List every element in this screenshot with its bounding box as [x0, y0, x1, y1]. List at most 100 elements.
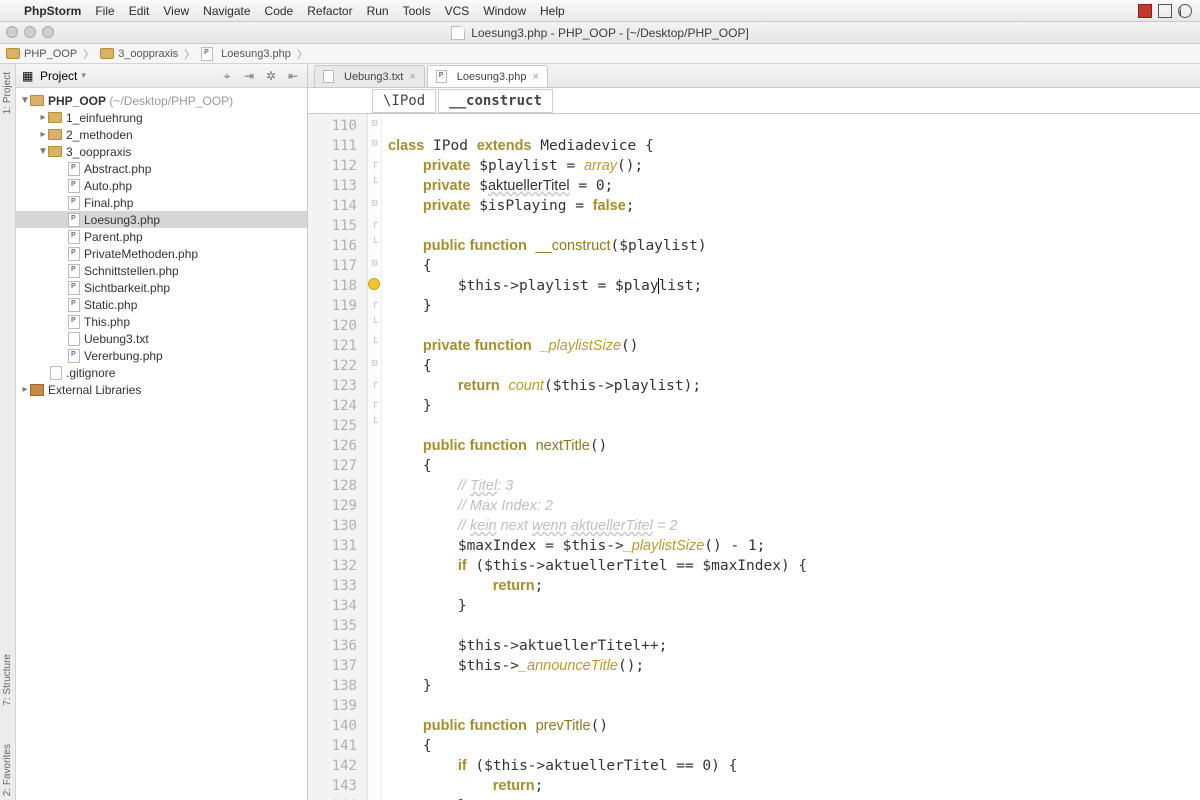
- status-indicator-icon[interactable]: [1138, 4, 1152, 18]
- tree-file[interactable]: .gitignore: [16, 364, 307, 381]
- code-editor[interactable]: class IPod extends Mediadevice { private…: [382, 114, 1200, 800]
- menu-navigate[interactable]: Navigate: [203, 4, 250, 18]
- tree-label: PrivateMethoden.php: [84, 247, 198, 261]
- editor-tab-active[interactable]: Loesung3.php ×: [427, 65, 548, 87]
- scroll-from-source-icon[interactable]: ⌖: [219, 68, 235, 84]
- project-tree[interactable]: ▼ PHP_OOP (~/Desktop/PHP_OOP) ▸1_einfueh…: [16, 88, 307, 800]
- tree-folder[interactable]: ▸1_einfuehrung: [16, 109, 307, 126]
- navigation-bar: PHP_OOP 〉 3_ooppraxis 〉 Loesung3.php 〉: [0, 44, 1200, 64]
- php-file-icon: [436, 70, 447, 83]
- project-tab-label[interactable]: Project: [40, 69, 77, 83]
- title-file-icon: [451, 26, 465, 40]
- tree-label: Parent.php: [84, 230, 143, 244]
- tree-label: 1_einfuehrung: [66, 111, 143, 125]
- menu-run[interactable]: Run: [367, 4, 389, 18]
- collapse-all-icon[interactable]: ⇥: [241, 68, 257, 84]
- chevron-right-icon: 〉: [295, 46, 310, 62]
- menu-help[interactable]: Help: [540, 4, 565, 18]
- menu-edit[interactable]: Edit: [129, 4, 150, 18]
- window-title: Loesung3.php - PHP_OOP - [~/Desktop/PHP_…: [471, 26, 749, 40]
- editor-tab-label: Loesung3.php: [457, 71, 527, 83]
- tree-label: 3_ooppraxis: [66, 145, 131, 159]
- tree-label: Vererbung.php: [84, 349, 163, 363]
- crumb-folder[interactable]: 3_ooppraxis: [118, 48, 178, 60]
- tree-root-label: PHP_OOP: [48, 94, 106, 108]
- tree-file[interactable]: Parent.php: [16, 228, 307, 245]
- tree-label: Schnittstellen.php: [84, 264, 179, 278]
- tray-icon-2[interactable]: i: [1178, 4, 1192, 18]
- menu-refactor[interactable]: Refactor: [307, 4, 352, 18]
- tree-label: This.php: [84, 315, 130, 329]
- tray-icon-1[interactable]: [1158, 4, 1172, 18]
- breadcrumb-method[interactable]: __construct: [438, 89, 553, 113]
- tree-root[interactable]: ▼ PHP_OOP (~/Desktop/PHP_OOP): [16, 92, 307, 109]
- menu-vcs[interactable]: VCS: [445, 4, 470, 18]
- editor-breadcrumb: \IPod __construct: [308, 88, 1200, 114]
- project-tool-window: ▦ Project ▾ ⌖ ⇥ ✲ ⇤ ▼ PHP_OOP (~/Desktop…: [16, 64, 308, 800]
- editor-tabs: Uebung3.txt × Loesung3.php ×: [308, 64, 1200, 88]
- tree-file[interactable]: Vererbung.php: [16, 347, 307, 364]
- tree-file[interactable]: PrivateMethoden.php: [16, 245, 307, 262]
- project-view-icon: ▦: [22, 69, 36, 83]
- dropdown-icon[interactable]: ▾: [81, 70, 86, 81]
- tree-external-libs[interactable]: ▸External Libraries: [16, 381, 307, 398]
- tree-label: Loesung3.php: [84, 213, 160, 227]
- crumb-file[interactable]: Loesung3.php: [221, 48, 291, 60]
- toolwindow-structure-button[interactable]: 7: Structure: [2, 650, 13, 710]
- tree-folder[interactable]: ▼3_ooppraxis: [16, 143, 307, 160]
- tree-label: Abstract.php: [84, 162, 151, 176]
- window-controls: [6, 26, 54, 38]
- line-number-gutter[interactable]: 110 111 112 113 114 115 116 117 118 119 …: [308, 114, 368, 800]
- tree-label: Sichtbarkeit.php: [84, 281, 170, 295]
- toolwindow-favorites-button[interactable]: 2: Favorites: [2, 740, 13, 800]
- tree-folder[interactable]: ▸2_methoden: [16, 126, 307, 143]
- tree-root-path: (~/Desktop/PHP_OOP): [109, 94, 233, 108]
- breadcrumb-class[interactable]: \IPod: [372, 89, 436, 113]
- editor-tab-label: Uebung3.txt: [344, 71, 403, 83]
- chevron-right-icon: 〉: [81, 46, 96, 62]
- tree-file-selected[interactable]: Loesung3.php: [16, 211, 307, 228]
- macos-menubar: PhpStorm File Edit View Navigate Code Re…: [0, 0, 1200, 22]
- editor-tab[interactable]: Uebung3.txt ×: [314, 65, 425, 87]
- tree-label: .gitignore: [66, 366, 115, 380]
- tree-label: Uebung3.txt: [84, 332, 149, 346]
- zoom-window-icon[interactable]: [42, 26, 54, 38]
- fold-column[interactable]: ⊟ ⊟ ┌ └ ⊟ ┌ └ ⊟ ┌ ┌ └ └ ⊟ ┌ ┌ └: [368, 114, 382, 800]
- tree-file[interactable]: Uebung3.txt: [16, 330, 307, 347]
- close-window-icon[interactable]: [6, 26, 18, 38]
- menu-view[interactable]: View: [163, 4, 189, 18]
- tree-label: Auto.php: [84, 179, 132, 193]
- text-file-icon: [323, 70, 334, 83]
- menu-window[interactable]: Window: [483, 4, 526, 18]
- tree-file[interactable]: This.php: [16, 313, 307, 330]
- chevron-right-icon: 〉: [182, 46, 197, 62]
- library-icon: [30, 384, 44, 396]
- crumb-project[interactable]: PHP_OOP: [24, 48, 77, 60]
- window-titlebar: Loesung3.php - PHP_OOP - [~/Desktop/PHP_…: [0, 22, 1200, 44]
- close-icon[interactable]: ×: [409, 71, 415, 83]
- tree-label: External Libraries: [48, 383, 141, 397]
- menu-code[interactable]: Code: [265, 4, 294, 18]
- tree-file[interactable]: Sichtbarkeit.php: [16, 279, 307, 296]
- tree-file[interactable]: Auto.php: [16, 177, 307, 194]
- intention-bulb-icon[interactable]: [368, 278, 380, 290]
- hide-icon[interactable]: ⇤: [285, 68, 301, 84]
- tree-label: 2_methoden: [66, 128, 133, 142]
- tree-file[interactable]: Schnittstellen.php: [16, 262, 307, 279]
- tree-file[interactable]: Static.php: [16, 296, 307, 313]
- toolwindow-project-button[interactable]: 1: Project: [2, 68, 13, 118]
- tree-file[interactable]: Final.php: [16, 194, 307, 211]
- tree-label: Static.php: [84, 298, 137, 312]
- gear-icon[interactable]: ✲: [263, 68, 279, 84]
- editor-area: Uebung3.txt × Loesung3.php × \IPod __con…: [308, 64, 1200, 800]
- menu-tools[interactable]: Tools: [403, 4, 431, 18]
- php-file-icon: [201, 47, 213, 61]
- tree-file[interactable]: Abstract.php: [16, 160, 307, 177]
- menu-file[interactable]: File: [95, 4, 114, 18]
- app-name[interactable]: PhpStorm: [24, 4, 81, 18]
- left-tool-strip: 1: Project 7: Structure 2: Favorites: [0, 64, 16, 800]
- minimize-window-icon[interactable]: [24, 26, 36, 38]
- tree-label: Final.php: [84, 196, 133, 210]
- folder-icon: [100, 48, 114, 59]
- close-icon[interactable]: ×: [533, 71, 539, 83]
